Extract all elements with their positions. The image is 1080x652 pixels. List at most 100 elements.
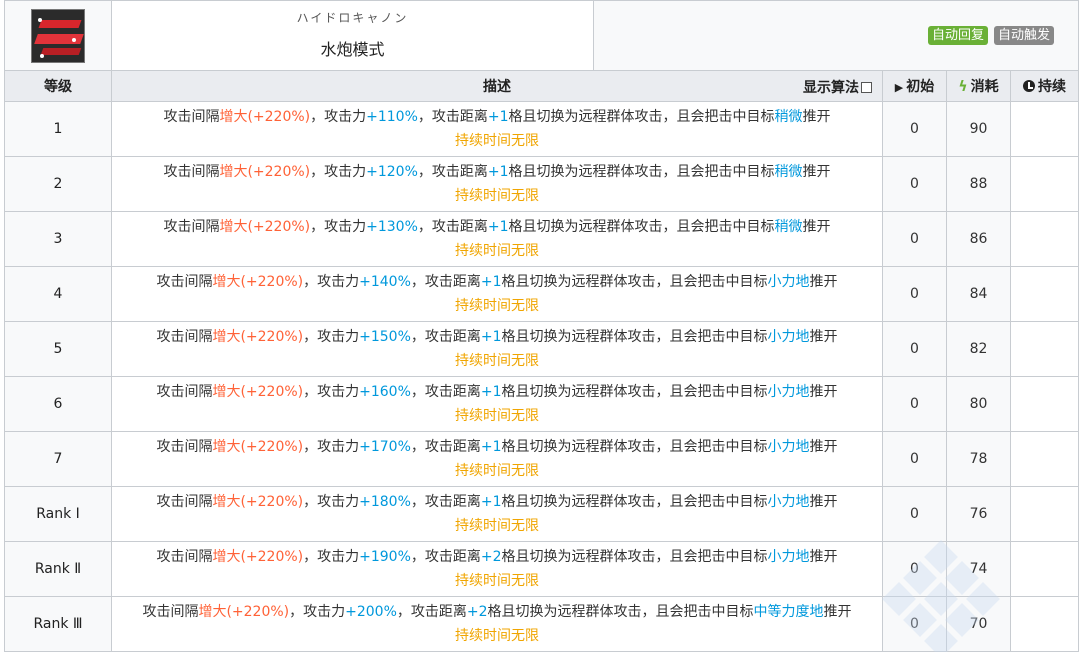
desc-positive-value: 小力地: [767, 549, 810, 565]
desc-text: 格且切换为远程群体攻击，且会把击中目标: [501, 494, 768, 510]
initial-cell: 0: [882, 541, 947, 597]
desc-duration-text: 持续时间无限: [455, 188, 539, 204]
cost-cell: 78: [946, 431, 1011, 487]
desc-text: 格且切换为远程群体攻击，且会把击中目标: [487, 604, 754, 620]
desc-text: 攻击间隔: [142, 604, 199, 620]
desc-positive-value: 稍微: [774, 164, 803, 180]
level-cell: 6: [4, 376, 112, 432]
desc-positive-value: +110%: [366, 109, 418, 125]
lightning-icon: ϟ: [958, 79, 968, 95]
cost-cell: 74: [946, 541, 1011, 597]
desc-positive-value: +1: [480, 329, 502, 345]
desc-positive-value: +200%: [345, 604, 397, 620]
column-header-row: 等级 描述 显示算法 ▶ 初始 ϟ 消耗 持续: [4, 70, 1080, 102]
desc-positive-value: +140%: [359, 274, 411, 290]
desc-text: ，攻击力: [303, 549, 360, 565]
duration-cell: [1009, 596, 1080, 652]
level-cell: Rank Ⅱ: [4, 541, 112, 597]
desc-duration-text: 持续时间无限: [455, 133, 539, 149]
initial-cell: 0: [882, 321, 947, 377]
table-row: Rank Ⅲ 攻击间隔增大(+220%)，攻击力+200%，攻击距离+2格且切换为…: [4, 596, 1080, 652]
desc-text: 推开: [802, 164, 831, 180]
desc-positive-value: +1: [487, 164, 509, 180]
duration-column-header: 持续: [1009, 70, 1080, 102]
show-algorithm-checkbox[interactable]: [861, 82, 872, 93]
clock-icon: [1023, 80, 1036, 92]
water-cannon-skill-icon: [31, 8, 85, 63]
description-cell: 攻击间隔增大(+220%)，攻击力+120%，攻击距离+1格且切换为远程群体攻击…: [111, 156, 883, 212]
desc-duration-text: 持续时间无限: [455, 628, 539, 644]
desc-duration-text: 持续时间无限: [455, 573, 539, 589]
auto-trigger-tag: 自动触发: [994, 26, 1055, 45]
description-cell: 攻击间隔增大(+220%)，攻击力+190%，攻击距离+2格且切换为远程群体攻击…: [111, 541, 883, 597]
desc-text: ，攻击力: [303, 274, 360, 290]
desc-positive-value: +170%: [359, 439, 411, 455]
desc-negative-value: 增大(+220%): [219, 109, 311, 125]
skill-jp-name: ハイドロキャノン: [296, 11, 409, 25]
desc-text: ，攻击距离: [410, 494, 481, 510]
initial-cell: 0: [882, 156, 947, 212]
desc-text: 推开: [802, 219, 831, 235]
level-cell: 5: [4, 321, 112, 377]
desc-text: 推开: [823, 604, 852, 620]
desc-text: ，攻击力: [303, 439, 360, 455]
desc-text: 格且切换为远程群体攻击，且会把击中目标: [501, 329, 768, 345]
desc-positive-value: 小力地: [767, 494, 810, 510]
initial-cell: 0: [882, 266, 947, 322]
desc-negative-value: 增大(+220%): [219, 164, 311, 180]
desc-text: 格且切换为远程群体攻击，且会把击中目标: [501, 274, 768, 290]
desc-positive-value: 稍微: [774, 109, 803, 125]
level-column-header: 等级: [4, 70, 112, 102]
desc-text: ，攻击力: [289, 604, 346, 620]
desc-positive-value: +150%: [359, 329, 411, 345]
desc-text: ，攻击距离: [410, 274, 481, 290]
description-header-label: 描述: [483, 79, 511, 95]
desc-text: 攻击间隔: [156, 439, 213, 455]
desc-positive-value: +1: [480, 384, 502, 400]
desc-positive-value: +2: [480, 549, 502, 565]
desc-text: 攻击间隔: [163, 164, 220, 180]
desc-text: ，攻击距离: [396, 604, 467, 620]
desc-positive-value: +160%: [359, 384, 411, 400]
desc-text: 攻击间隔: [156, 274, 213, 290]
desc-text: 攻击间隔: [156, 384, 213, 400]
initial-cell: 0: [882, 376, 947, 432]
table-row: 7 攻击间隔增大(+220%)，攻击力+170%，攻击距离+1格且切换为远程群体攻…: [4, 431, 1080, 487]
desc-text: 格且切换为远程群体攻击，且会把击中目标: [508, 164, 775, 180]
desc-positive-value: +190%: [359, 549, 411, 565]
level-cell: Rank Ⅲ: [4, 596, 112, 652]
desc-positive-value: 稍微: [774, 219, 803, 235]
level-cell: 1: [4, 101, 112, 157]
desc-negative-value: 增大(+220%): [198, 604, 290, 620]
desc-duration-text: 持续时间无限: [455, 353, 539, 369]
desc-text: 推开: [809, 384, 838, 400]
desc-text: 格且切换为远程群体攻击，且会把击中目标: [501, 549, 768, 565]
desc-text: ，攻击力: [310, 219, 367, 235]
auto-recovery-tag: 自动回复: [928, 26, 989, 45]
description-cell: 攻击间隔增大(+220%)，攻击力+150%，攻击距离+1格且切换为远程群体攻击…: [111, 321, 883, 377]
duration-cell: [1009, 321, 1080, 377]
desc-text: ，攻击力: [303, 329, 360, 345]
desc-text: 攻击间隔: [156, 549, 213, 565]
desc-text: 推开: [809, 549, 838, 565]
duration-cell: [1009, 101, 1080, 157]
level-cell: 7: [4, 431, 112, 487]
cost-cell: 82: [946, 321, 1011, 377]
table-row: 5 攻击间隔增大(+220%)，攻击力+150%，攻击距离+1格且切换为远程群体攻…: [4, 321, 1080, 377]
desc-text: ，攻击距离: [410, 439, 481, 455]
desc-positive-value: 小力地: [767, 439, 810, 455]
desc-positive-value: +1: [480, 494, 502, 510]
cost-cell: 80: [946, 376, 1011, 432]
description-cell: 攻击间隔增大(+220%)，攻击力+140%，攻击距离+1格且切换为远程群体攻击…: [111, 266, 883, 322]
show-algorithm-toggle[interactable]: 显示算法: [803, 77, 872, 97]
desc-duration-text: 持续时间无限: [455, 463, 539, 479]
cost-cell: 76: [946, 486, 1011, 542]
initial-cell: 0: [882, 101, 947, 157]
description-column-header: 描述 显示算法: [111, 70, 883, 102]
cost-column-header: ϟ 消耗: [946, 70, 1011, 102]
initial-cell: 0: [882, 211, 947, 267]
initial-column-header: ▶ 初始: [882, 70, 947, 102]
desc-text: 格且切换为远程群体攻击，且会把击中目标: [501, 384, 768, 400]
play-icon: ▶: [894, 81, 904, 94]
duration-cell: [1009, 211, 1080, 267]
